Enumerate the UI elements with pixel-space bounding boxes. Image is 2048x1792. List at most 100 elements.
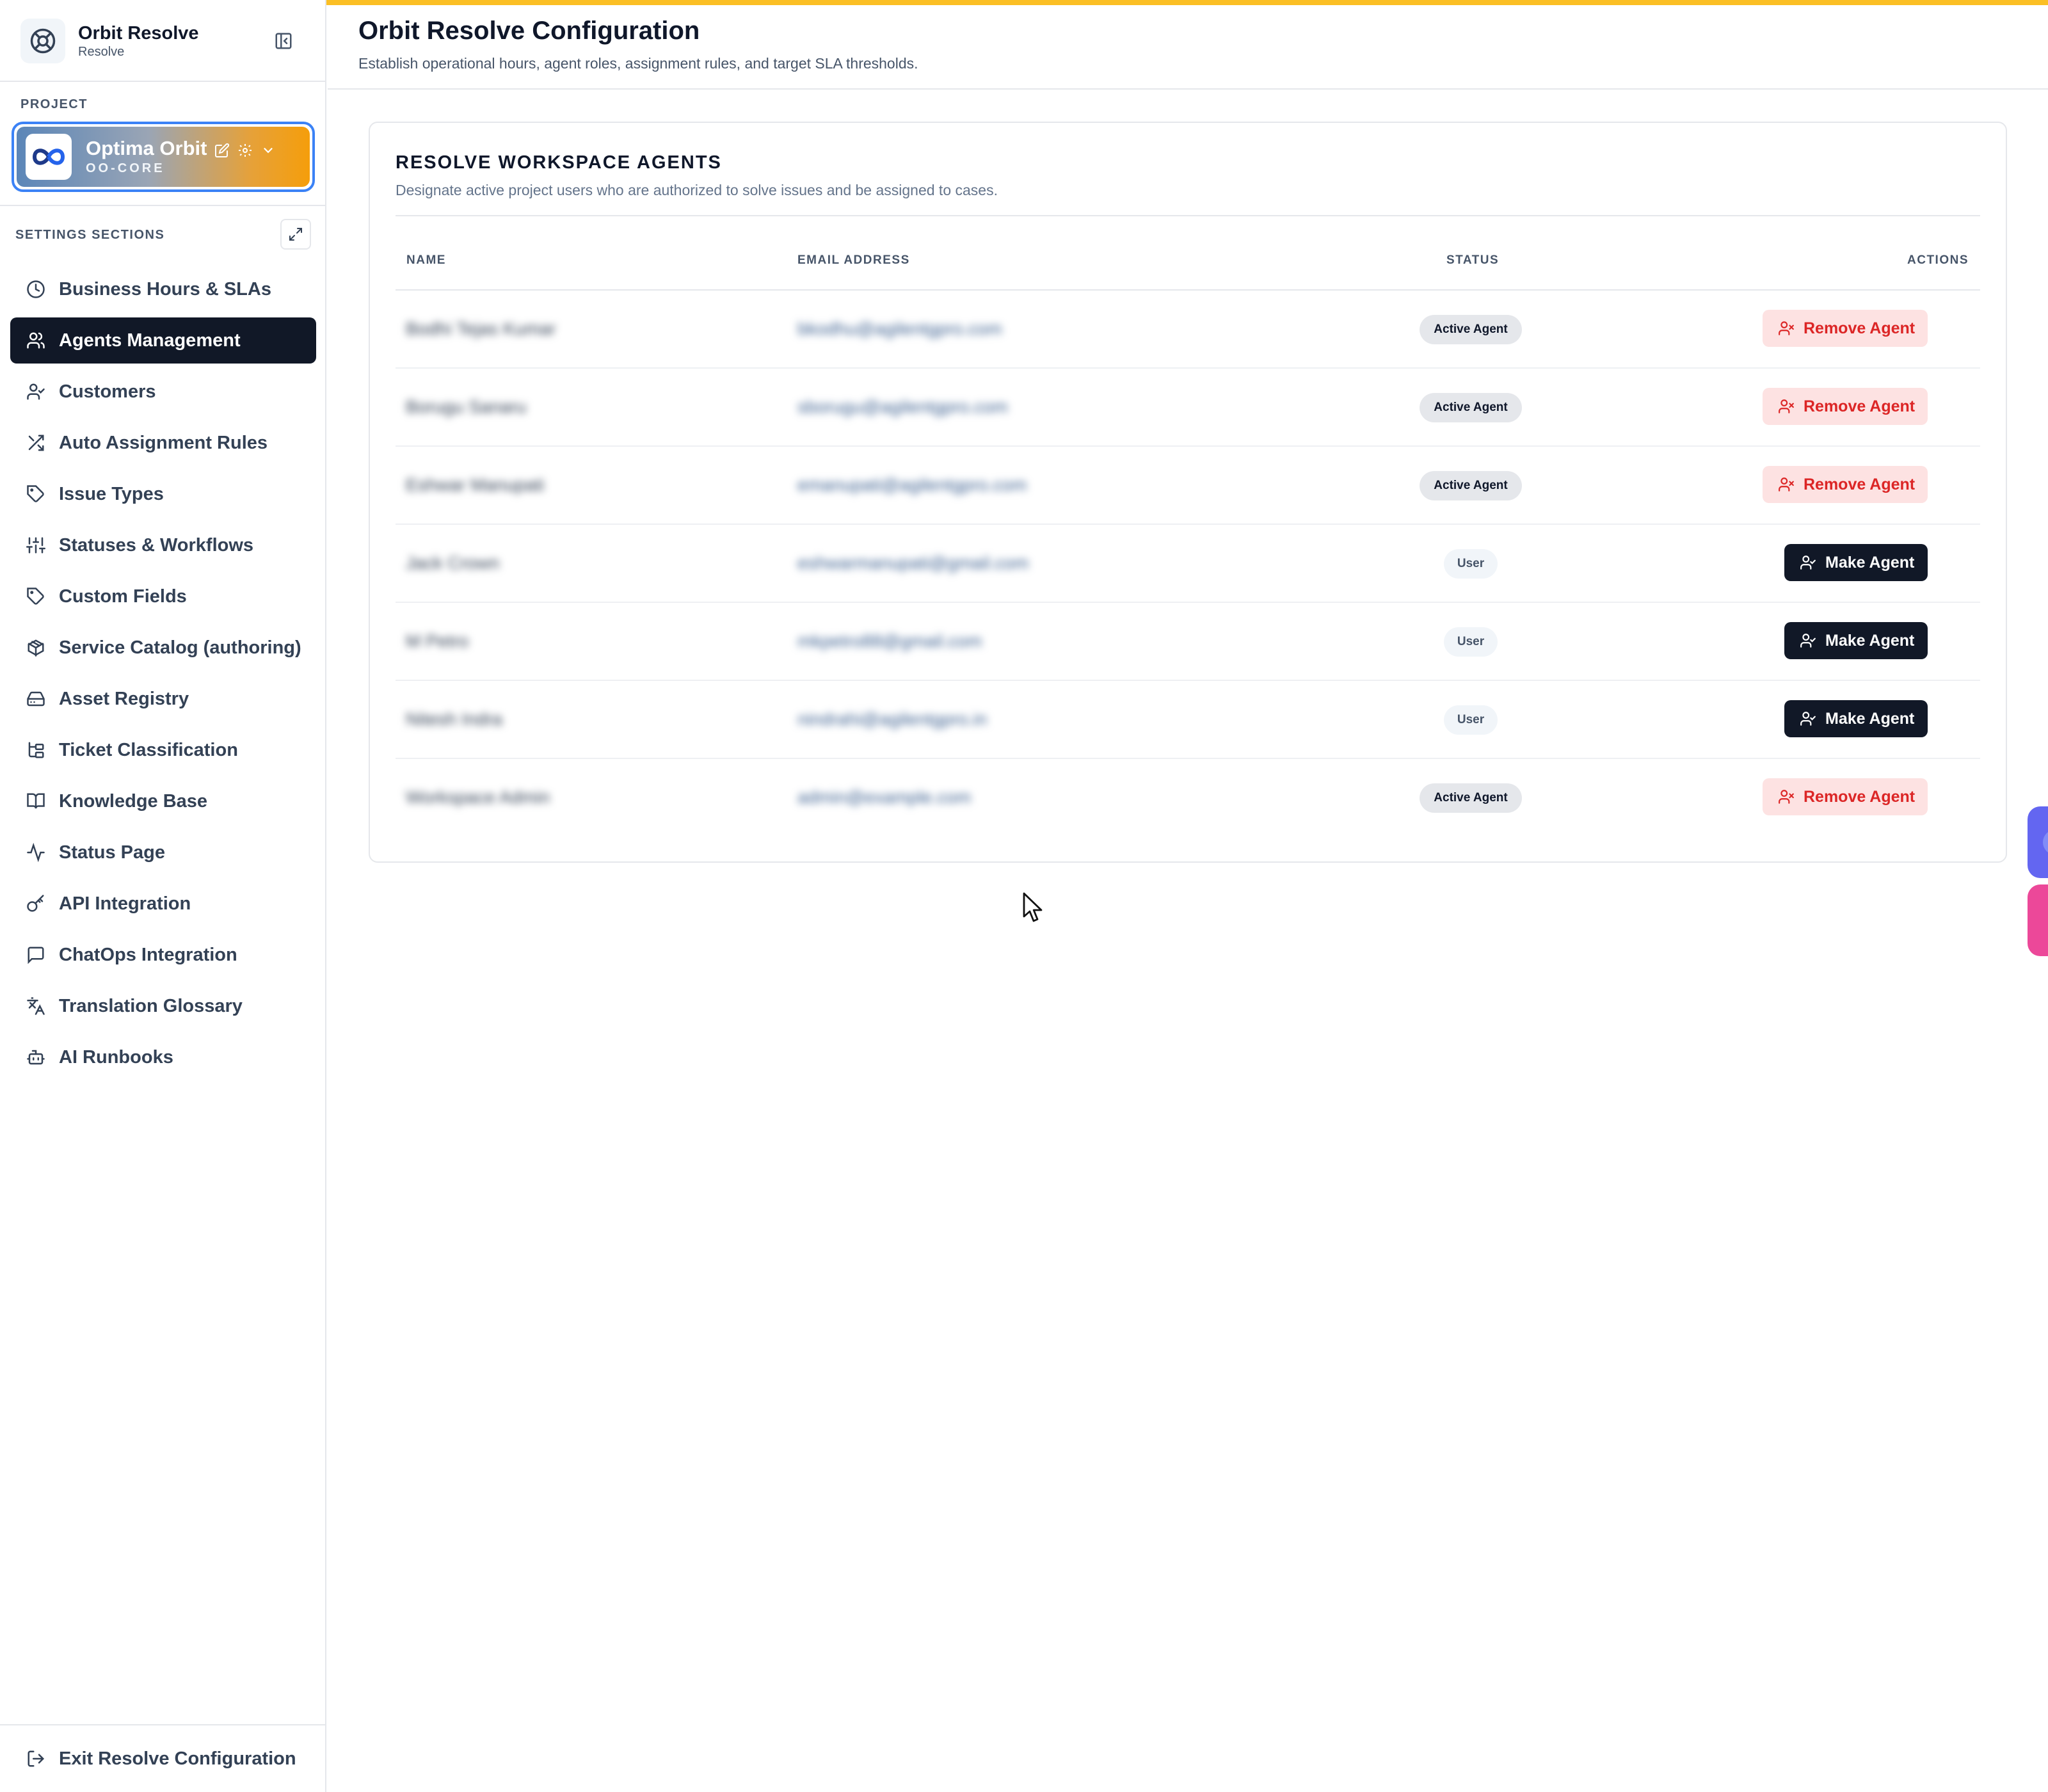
status-badge: Active Agent — [1420, 783, 1522, 813]
tag-icon — [26, 586, 46, 607]
hard-drive-icon — [26, 689, 46, 709]
agent-email: admin@example.com — [797, 787, 972, 807]
table-row: Jack Crown eshwarmanupati@gmail.com User… — [396, 525, 1980, 603]
table-row: Eshwar Manupati emanupati@agilentgpro.co… — [396, 447, 1980, 525]
folder-tree-icon — [26, 740, 46, 760]
project-switcher[interactable]: Optima Orbit OO-CORE — [12, 122, 315, 192]
floating-widget-tab[interactable] — [2028, 806, 2048, 878]
sidebar-item-ticket-classification[interactable]: Ticket Classification — [10, 727, 316, 773]
remove-agent-button[interactable]: Remove Agent — [1763, 778, 1928, 815]
sidebar-item-service-catalog[interactable]: Service Catalog (authoring) — [10, 625, 316, 671]
sidebar: Orbit Resolve Resolve PROJECT Optima Orb… — [0, 0, 326, 1792]
make-agent-button[interactable]: Make Agent — [1784, 700, 1928, 737]
status-badge: Active Agent — [1420, 315, 1522, 344]
remove-agent-button[interactable]: Remove Agent — [1763, 310, 1928, 347]
sidebar-item-label: Custom Fields — [59, 586, 187, 607]
agent-email: sborugu@agilentgpro.com — [797, 397, 1008, 417]
sidebar-item-knowledge-base[interactable]: Knowledge Base — [10, 778, 316, 824]
agents-card-title: RESOLVE WORKSPACE AGENTS — [396, 152, 722, 173]
agent-email: bkodhu@agilentgpro.com — [797, 319, 1002, 339]
sidebar-item-customers[interactable]: Customers — [10, 369, 316, 415]
agent-name: M Petro — [406, 631, 469, 651]
remove-agent-button[interactable]: Remove Agent — [1763, 466, 1928, 503]
agent-name: Nitesh Indra — [406, 709, 502, 729]
chevron-down-icon[interactable] — [260, 142, 276, 159]
sidebar-item-label: Auto Assignment Rules — [59, 432, 268, 453]
edit-icon[interactable] — [214, 142, 230, 159]
column-header-status: STATUS — [1446, 253, 1500, 267]
column-header-email: EMAIL ADDRESS — [797, 253, 910, 267]
sidebar-item-translation-glossary[interactable]: Translation Glossary — [10, 983, 316, 1029]
sidebar-item-statuses-workflows[interactable]: Statuses & Workflows — [10, 522, 316, 568]
sidebar-item-label: Ticket Classification — [59, 739, 238, 760]
make-agent-button[interactable]: Make Agent — [1784, 544, 1928, 581]
sidebar-item-business-hours[interactable]: Business Hours & SLAs — [10, 266, 316, 312]
project-name: Optima Orbit — [86, 137, 207, 159]
sidebar-item-chatops[interactable]: ChatOps Integration — [10, 932, 316, 978]
sidebar-item-label: Knowledge Base — [59, 790, 208, 812]
sidebar-item-asset-registry[interactable]: Asset Registry — [10, 676, 316, 722]
panel-left-icon — [275, 33, 292, 49]
project-code: OO-CORE — [86, 161, 165, 175]
exit-configuration-button[interactable]: Exit Resolve Configuration — [10, 1736, 316, 1782]
shuffle-icon — [26, 433, 46, 453]
sidebar-item-ai-runbooks[interactable]: AI Runbooks — [10, 1034, 316, 1080]
table-row: Borugu Sanaru sborugu@agilentgpro.com Ac… — [396, 369, 1980, 447]
settings-sections-label: SETTINGS SECTIONS — [15, 228, 165, 242]
divider — [0, 81, 326, 82]
agent-name: Eshwar Manupati — [406, 475, 545, 495]
divider — [0, 205, 326, 206]
divider — [396, 215, 1980, 216]
table-row: Nitesh Indra nindrahi@agilentgpro.in Use… — [396, 681, 1980, 759]
status-badge: Active Agent — [1420, 471, 1522, 500]
make-agent-button[interactable]: Make Agent — [1784, 622, 1928, 659]
status-badge: User — [1444, 549, 1498, 579]
sidebar-item-status-page[interactable]: Status Page — [10, 829, 316, 876]
app-subtitle: Resolve — [78, 45, 125, 59]
table-row: Workspace Admin admin@example.com Active… — [396, 759, 1980, 837]
collapse-sidebar-button[interactable] — [269, 28, 298, 54]
user-x-icon — [1779, 790, 1794, 804]
agent-email: mkpetro88@gmail.com — [797, 631, 982, 651]
agents-card-subtitle: Designate active project users who are a… — [396, 182, 998, 198]
page-subtitle: Establish operational hours, agent roles… — [358, 55, 918, 72]
mouse-cursor-icon — [1023, 892, 1046, 927]
sidebar-item-label: API Integration — [59, 893, 191, 914]
sidebar-item-auto-assignment[interactable]: Auto Assignment Rules — [10, 420, 316, 466]
remove-agent-button[interactable]: Remove Agent — [1763, 388, 1928, 425]
sidebar-item-label: AI Runbooks — [59, 1046, 173, 1068]
user-x-icon — [1779, 477, 1794, 492]
sidebar-item-issue-types[interactable]: Issue Types — [10, 471, 316, 517]
log-out-icon — [26, 1748, 46, 1769]
divider — [0, 1724, 326, 1725]
sidebar-item-label: Customers — [59, 381, 156, 402]
user-check-icon — [1800, 634, 1816, 648]
sidebar-item-agents-management[interactable]: Agents Management — [10, 317, 316, 364]
message-square-icon — [26, 945, 46, 965]
expand-button[interactable] — [280, 219, 311, 250]
floating-widget-tab[interactable] — [2028, 884, 2048, 956]
gear-icon[interactable] — [237, 142, 253, 159]
maximize-icon — [289, 228, 302, 241]
sidebar-item-api-integration[interactable]: API Integration — [10, 881, 316, 927]
project-label: PROJECT — [20, 97, 88, 111]
agent-name: Workspace Admin — [406, 787, 550, 807]
brand: Orbit Resolve Resolve — [20, 18, 199, 64]
agents-card: RESOLVE WORKSPACE AGENTS Designate activ… — [369, 122, 2007, 863]
sidebar-item-custom-fields[interactable]: Custom Fields — [10, 573, 316, 620]
lifebuoy-icon — [20, 19, 65, 63]
bot-icon — [26, 1047, 46, 1068]
user-check-icon — [1800, 712, 1816, 726]
agent-email: eshwarmanupati@gmail.com — [797, 553, 1029, 573]
sidebar-item-label: ChatOps Integration — [59, 944, 237, 965]
user-check-icon — [26, 381, 46, 402]
sidebar-item-label: Status Page — [59, 842, 165, 863]
sidebar-item-label: Asset Registry — [59, 688, 189, 709]
sliders-icon — [26, 535, 46, 556]
tag-icon — [26, 484, 46, 504]
sidebar-item-label: Statuses & Workflows — [59, 534, 254, 556]
users-icon — [26, 330, 46, 351]
header-divider — [328, 88, 2048, 90]
app-title: Orbit Resolve — [78, 23, 199, 44]
agent-email: emanupati@agilentgpro.com — [797, 475, 1027, 495]
